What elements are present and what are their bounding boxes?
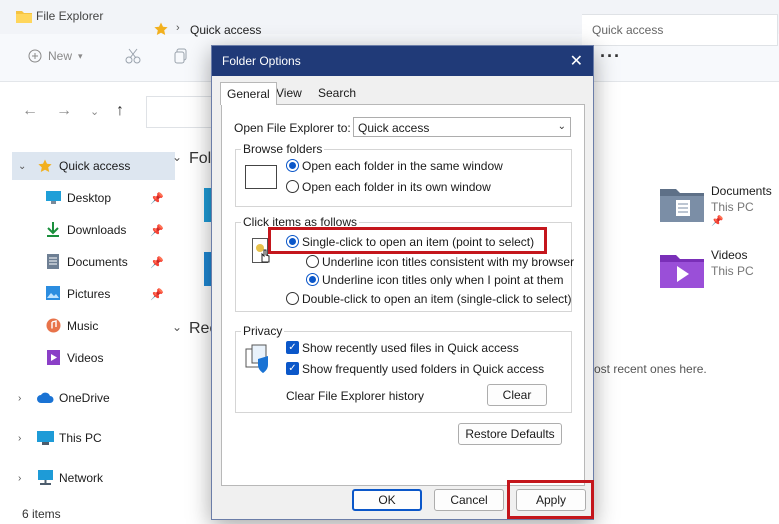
browse-same-window-radio[interactable] bbox=[286, 159, 299, 172]
show-frequent-checkbox[interactable]: ✓ bbox=[286, 362, 299, 375]
restore-defaults-button[interactable]: Restore Defaults bbox=[458, 423, 562, 445]
sidebar-item-label: Quick access bbox=[59, 159, 131, 173]
radio-label: Open each folder in the same window bbox=[302, 159, 503, 173]
desktop-icon bbox=[46, 191, 61, 207]
group-caption: Privacy bbox=[241, 324, 285, 338]
checkbox-label: Show frequently used folders in Quick ac… bbox=[302, 362, 545, 376]
tile-location: This PC bbox=[711, 200, 754, 214]
chevron-right-icon[interactable]: › bbox=[18, 433, 21, 444]
breadcrumb-chevron-icon: › bbox=[176, 22, 180, 34]
window-icon bbox=[245, 165, 277, 192]
pin-icon: 📌 bbox=[150, 225, 164, 237]
folder-icon bbox=[16, 9, 32, 26]
videos-tile[interactable] bbox=[660, 252, 704, 291]
plus-circle-icon bbox=[28, 49, 42, 63]
sidebar-item-label: This PC bbox=[59, 431, 102, 445]
search-placeholder: Quick access bbox=[592, 23, 664, 37]
navigation-pane: ⌄ Quick access Desktop 📌 Downloads 📌 Doc… bbox=[0, 144, 175, 504]
dialog-title: Folder Options bbox=[222, 54, 301, 68]
clear-history-label: Clear File Explorer history bbox=[286, 389, 425, 403]
clear-button[interactable]: Clear bbox=[487, 384, 547, 406]
videos-folder-icon bbox=[660, 255, 704, 288]
document-icon bbox=[47, 254, 59, 272]
chevron-down-icon[interactable]: ⌄ bbox=[172, 150, 182, 164]
radio-label: Underline icon titles consistent with my… bbox=[322, 255, 575, 269]
dropdown-value: Quick access bbox=[358, 121, 430, 135]
cancel-button[interactable]: Cancel bbox=[434, 489, 504, 511]
open-to-dropdown[interactable]: Quick access ⌄ bbox=[353, 117, 571, 137]
sidebar-item-label: Documents bbox=[67, 255, 128, 269]
sidebar-item-label: Network bbox=[59, 471, 104, 485]
browse-folders-group bbox=[235, 149, 572, 207]
pictures-icon bbox=[46, 286, 60, 303]
tile-name: Videos bbox=[711, 248, 748, 262]
music-icon bbox=[46, 318, 61, 336]
single-click-highlight bbox=[268, 227, 547, 254]
show-recent-checkbox[interactable]: ✓ bbox=[286, 341, 299, 354]
double-click-radio[interactable] bbox=[286, 292, 299, 305]
computer-icon bbox=[37, 431, 54, 448]
ok-button[interactable]: OK bbox=[352, 489, 422, 511]
checkbox-label: Show recently used files in Quick access bbox=[302, 341, 519, 355]
chevron-right-icon[interactable]: › bbox=[18, 393, 21, 404]
recent-empty-message: ost recent ones here. bbox=[594, 362, 707, 376]
cut-icon[interactable] bbox=[124, 47, 142, 68]
chevron-right-icon[interactable]: › bbox=[18, 473, 21, 484]
recent-locations-chevron-icon[interactable]: ⌄ bbox=[90, 105, 99, 118]
new-button[interactable]: New ▾ bbox=[28, 49, 83, 63]
cloud-icon bbox=[37, 392, 54, 406]
window-title: File Explorer bbox=[36, 9, 104, 23]
network-icon bbox=[37, 470, 54, 488]
dialog-title-bar: Folder Options ✕ bbox=[212, 46, 593, 76]
sidebar-item-label: Downloads bbox=[67, 223, 127, 237]
chevron-down-icon: ⌄ bbox=[557, 121, 566, 132]
pin-icon: 📌 bbox=[150, 289, 164, 301]
pin-icon: 📌 bbox=[150, 193, 164, 205]
tab-search[interactable]: Search bbox=[318, 86, 356, 100]
folder-options-dialog: Folder Options ✕ General View Search Ope… bbox=[211, 45, 594, 520]
apply-highlight bbox=[507, 480, 594, 519]
documents-folder-icon bbox=[660, 189, 704, 222]
tab-general[interactable]: General bbox=[220, 82, 277, 105]
general-tab-panel: Open File Explorer to: Quick access ⌄ Br… bbox=[221, 104, 585, 486]
status-item-count: 6 items bbox=[22, 507, 61, 521]
chevron-down-icon: ▾ bbox=[78, 50, 83, 61]
download-icon bbox=[46, 222, 60, 240]
sidebar-item-label: Videos bbox=[67, 351, 104, 365]
sidebar-item-label: Pictures bbox=[67, 287, 111, 301]
star-icon bbox=[38, 159, 52, 176]
radio-label: Double-click to open an item (single-cli… bbox=[302, 292, 572, 306]
browse-own-window-radio[interactable] bbox=[286, 180, 299, 193]
pin-icon: 📌 bbox=[150, 257, 164, 269]
close-icon[interactable]: ✕ bbox=[570, 51, 583, 71]
copy-icon[interactable] bbox=[172, 47, 190, 68]
back-arrow-icon[interactable]: ← bbox=[22, 102, 38, 120]
underline-point-radio[interactable] bbox=[306, 273, 319, 286]
group-caption: Browse folders bbox=[241, 142, 325, 156]
documents-tile[interactable] bbox=[660, 186, 704, 225]
chevron-down-icon[interactable]: ⌄ bbox=[18, 161, 26, 172]
address-text: Quick access bbox=[190, 23, 262, 37]
sidebar-item-label: Music bbox=[67, 319, 99, 333]
videos-icon bbox=[47, 350, 60, 368]
open-to-label: Open File Explorer to: bbox=[234, 121, 351, 135]
privacy-files-icon bbox=[244, 343, 276, 378]
forward-arrow-icon[interactable]: → bbox=[56, 102, 72, 120]
chevron-down-icon[interactable]: ⌄ bbox=[172, 320, 182, 334]
underline-browser-radio[interactable] bbox=[306, 255, 319, 268]
tile-location: This PC bbox=[711, 264, 754, 278]
sidebar-item-label: Desktop bbox=[67, 191, 112, 205]
new-label: New bbox=[48, 49, 73, 63]
star-icon bbox=[154, 22, 168, 39]
radio-label: Open each folder in its own window bbox=[302, 180, 491, 194]
more-options-icon[interactable]: ··· bbox=[600, 46, 621, 67]
pin-icon: 📌 bbox=[711, 216, 724, 227]
radio-label: Underline icon titles only when I point … bbox=[322, 273, 564, 287]
tab-view[interactable]: View bbox=[276, 86, 302, 100]
sidebar-item-label: OneDrive bbox=[59, 391, 110, 405]
up-arrow-icon[interactable]: ↑ bbox=[116, 102, 124, 120]
tile-name: Documents bbox=[711, 184, 772, 198]
address-bar[interactable] bbox=[146, 96, 216, 128]
